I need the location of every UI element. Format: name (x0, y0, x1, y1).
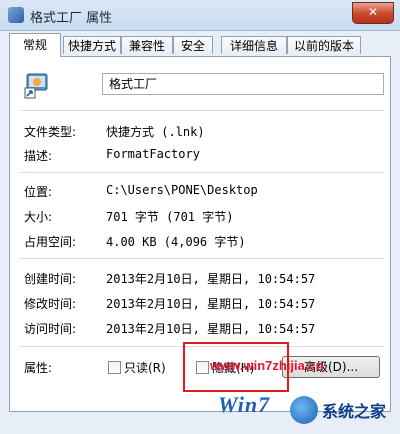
tab-previous-versions[interactable]: 以前的版本 (287, 36, 361, 54)
tab-details[interactable]: 详细信息 (221, 36, 287, 54)
divider (20, 258, 384, 259)
disk-size-value: 4.00 KB (4,096 字节) (106, 235, 246, 249)
divider (20, 110, 384, 111)
attributes-label: 属性: (24, 361, 53, 375)
disk-size-label: 占用空间: (24, 235, 77, 249)
file-type-value: 快捷方式 (.lnk) (106, 125, 205, 139)
window-title: 格式工厂 属性 (30, 11, 113, 26)
size-label: 大小: (24, 210, 53, 224)
tab-compatibility[interactable]: 兼容性 (121, 36, 173, 54)
file-type-label: 文件类型: (24, 125, 77, 139)
tab-general[interactable]: 常规 (9, 33, 61, 57)
description-label: 描述: (24, 149, 53, 163)
readonly-checkbox[interactable] (108, 361, 121, 374)
divider (20, 172, 384, 173)
shortcut-file-icon (24, 73, 48, 99)
location-label: 位置: (24, 185, 53, 199)
app-icon (8, 7, 24, 23)
location-value: C:\Users\PONE\Desktop (106, 183, 258, 197)
accessed-label: 访问时间: (24, 322, 77, 336)
watermark-brand: 系统之家 (322, 402, 387, 421)
tab-strip: 常规 快捷方式 兼容性 安全 详细信息 以前的版本 (9, 33, 391, 57)
brand-logo-icon (290, 396, 318, 424)
watermark-url: www.win7zhijia.cn (210, 358, 324, 373)
created-label: 创建时间: (24, 272, 77, 286)
tab-shortcut[interactable]: 快捷方式 (63, 36, 121, 54)
modified-label: 修改时间: (24, 297, 77, 311)
modified-value: 2013年2月10日, 星期日, 10:54:57 (106, 297, 316, 311)
watermark-win7: Win7 (218, 392, 271, 417)
close-button[interactable]: ✕ (352, 2, 394, 24)
properties-dialog: 格式工厂 属性 ✕ 常规 快捷方式 兼容性 安全 详细信息 以前的版本 格式工厂… (0, 0, 400, 434)
accessed-value: 2013年2月10日, 星期日, 10:54:57 (106, 322, 316, 336)
description-value: FormatFactory (106, 147, 200, 161)
tab-security[interactable]: 安全 (173, 36, 213, 54)
created-value: 2013年2月10日, 星期日, 10:54:57 (106, 272, 316, 286)
file-name-input[interactable]: 格式工厂 (102, 73, 384, 95)
size-value: 701 字节 (701 字节) (106, 210, 234, 224)
readonly-label[interactable]: 只读(R) (124, 359, 166, 376)
title-bar: 格式工厂 属性 ✕ (0, 0, 400, 31)
